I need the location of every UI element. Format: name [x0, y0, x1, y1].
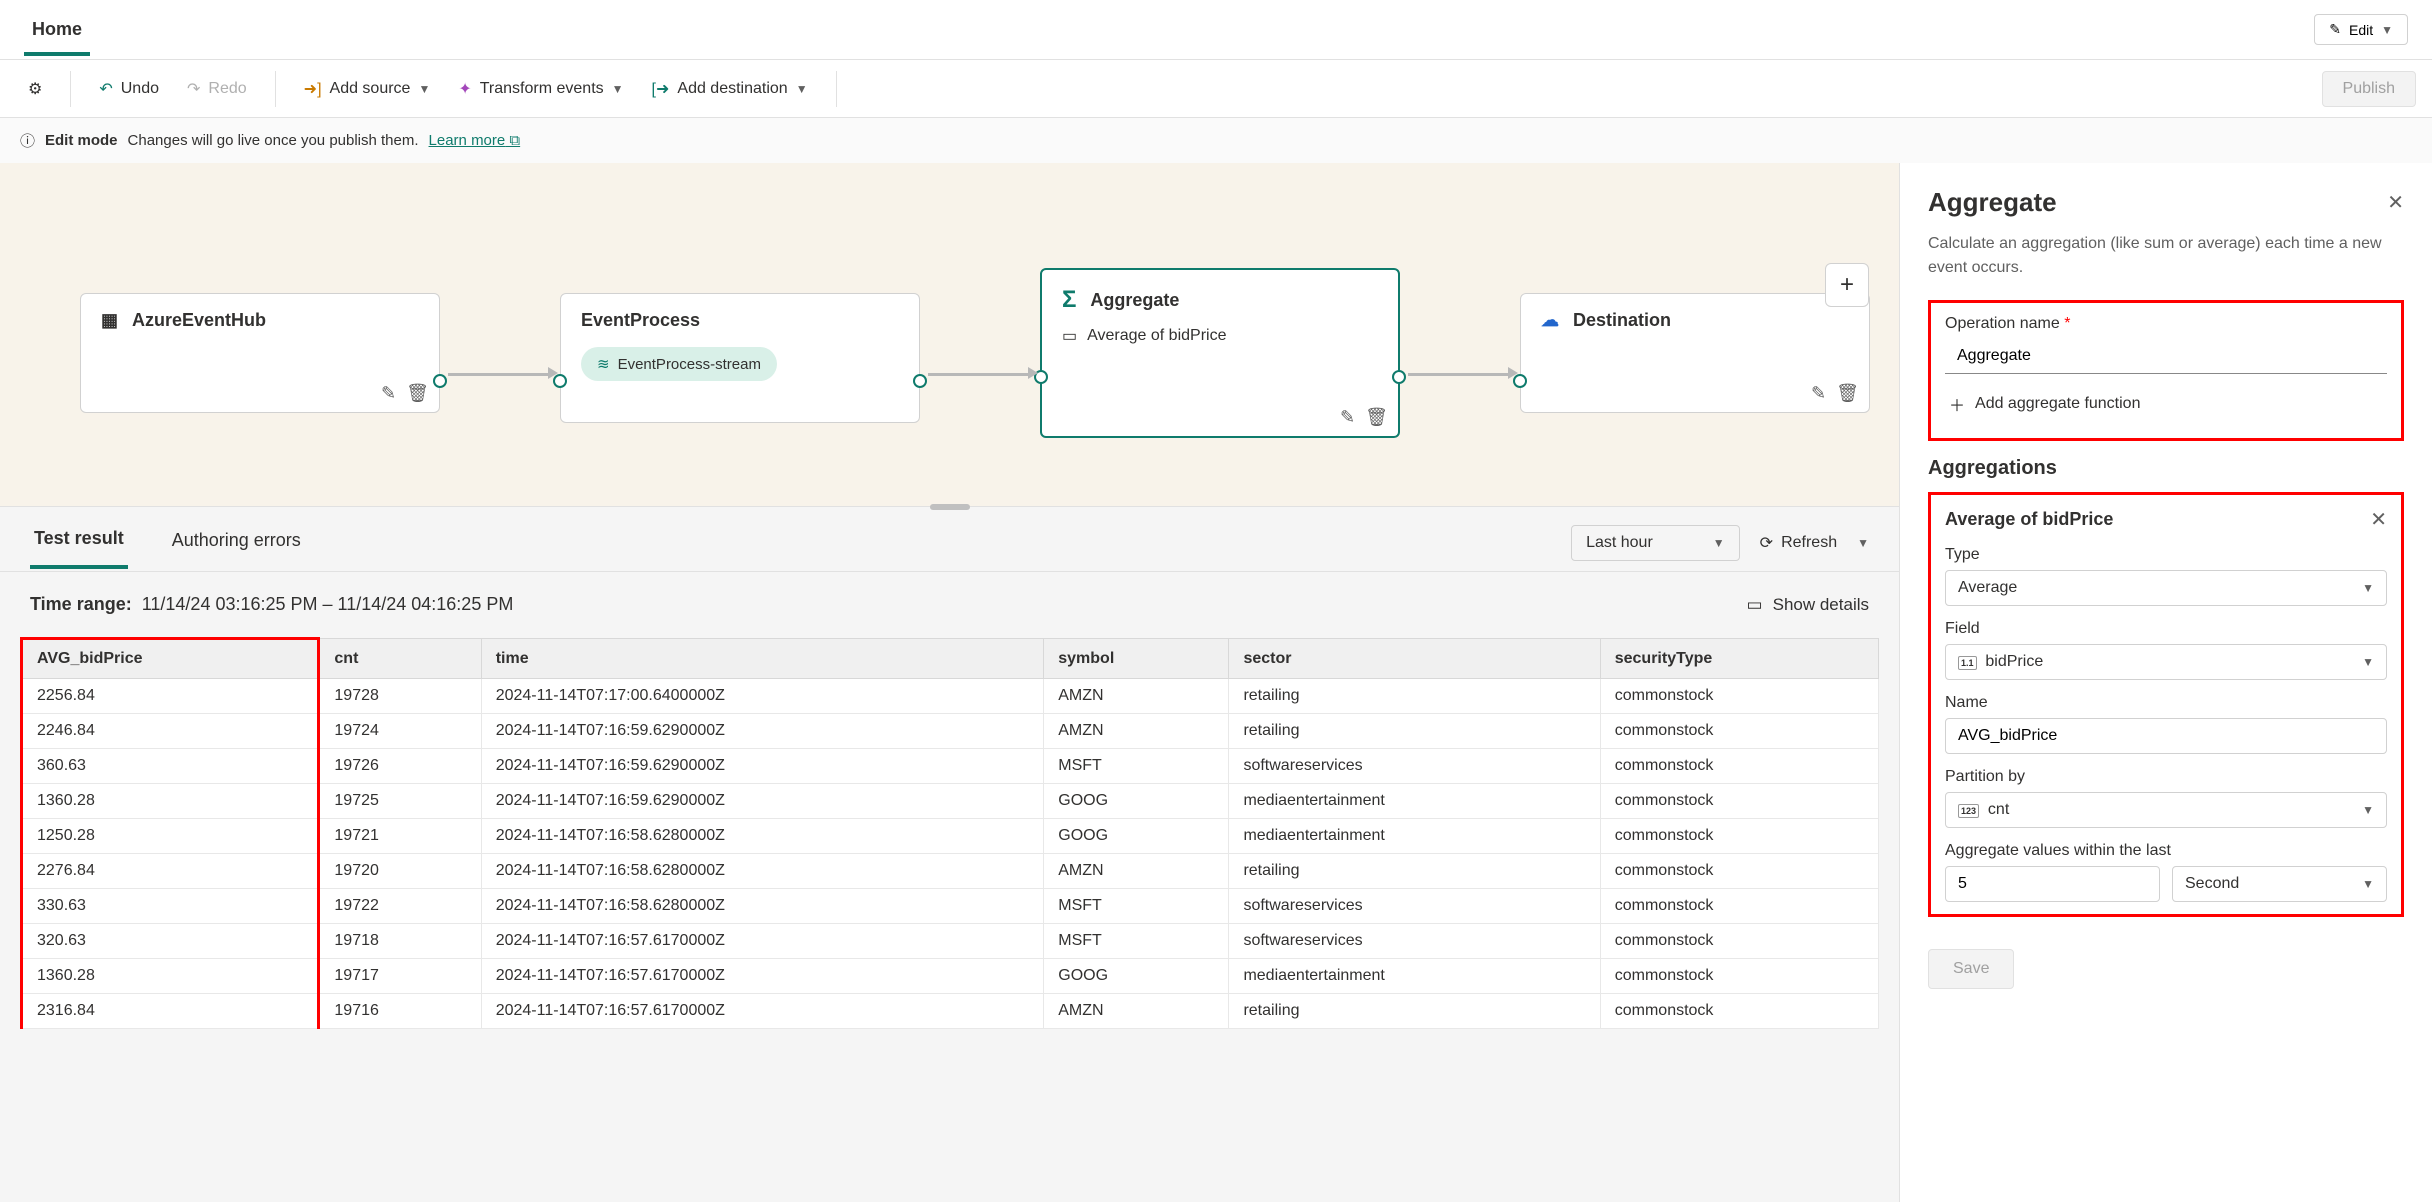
partition-select[interactable]: 123 cnt▼	[1945, 792, 2387, 828]
tab-home[interactable]: Home	[24, 3, 90, 56]
learn-more-link[interactable]: Learn more ⧉	[429, 132, 521, 149]
table-row[interactable]: 360.63197262024-11-14T07:16:59.6290000ZM…	[22, 749, 1879, 784]
time-select[interactable]: Last hour▼	[1571, 525, 1740, 561]
undo-icon: ↶	[99, 79, 112, 99]
stream-icon: ≋	[597, 355, 610, 373]
table-row[interactable]: 1360.28197252024-11-14T07:16:59.6290000Z…	[22, 784, 1879, 819]
node-destination[interactable]: ☁Destination ✎🗑	[1520, 293, 1870, 413]
resize-handle[interactable]	[930, 504, 970, 510]
gear-icon: ⚙	[28, 79, 42, 99]
time-range-value: 11/14/24 03:16:25 PM – 11/14/24 04:16:25…	[142, 594, 514, 614]
edit-button[interactable]: ✎ Edit ▼	[2314, 14, 2408, 45]
refresh-button[interactable]: ⟳Refresh	[1760, 533, 1837, 553]
add-source-button[interactable]: ➜]Add source▼	[292, 71, 443, 107]
details-icon: ▭	[1747, 595, 1763, 615]
chevron-down-icon: ▼	[2362, 877, 2374, 891]
plus-icon: ＋	[1949, 392, 1965, 416]
pencil-icon[interactable]: ✎	[381, 383, 396, 404]
chevron-down-icon: ▼	[1713, 536, 1725, 550]
chevron-down-icon: ▼	[2362, 803, 2374, 817]
table-row[interactable]: 1250.28197212024-11-14T07:16:58.6280000Z…	[22, 819, 1879, 854]
window-value-input[interactable]	[1945, 866, 2160, 902]
sigma-icon: Σ	[1062, 286, 1076, 314]
table-row[interactable]: 2316.84197162024-11-14T07:16:57.6170000Z…	[22, 994, 1879, 1029]
settings-button[interactable]: ⚙	[16, 71, 54, 107]
name-input[interactable]	[1945, 718, 2387, 754]
time-range-label: Time range:	[30, 594, 132, 614]
panel-description: Calculate an aggregation (like sum or av…	[1928, 232, 2404, 280]
results-table: AVG_bidPricecnttimesymbolsectorsecurityT…	[20, 637, 1879, 1029]
output-icon: ▭	[1062, 326, 1077, 346]
remove-aggregation-icon[interactable]: ✕	[2370, 507, 2387, 532]
eventhub-icon: ▦	[101, 310, 118, 331]
field-select[interactable]: 1.1 bidPrice▼	[1945, 644, 2387, 680]
trash-icon[interactable]: 🗑	[406, 383, 429, 404]
table-row[interactable]: 2256.84197282024-11-14T07:17:00.6400000Z…	[22, 679, 1879, 714]
transform-events-button[interactable]: ✦Transform events▼	[446, 71, 635, 107]
chevron-down-icon: ▼	[2381, 23, 2393, 37]
stream-chip[interactable]: ≋EventProcess-stream	[581, 347, 777, 381]
redo-button[interactable]: ↷Redo	[175, 71, 259, 107]
publish-button[interactable]: Publish	[2322, 71, 2416, 107]
flow-canvas[interactable]: ▦AzureEventHub ✎🗑 EventProcess ≋EventPro…	[0, 163, 1899, 507]
aggregations-header: Aggregations	[1928, 457, 2404, 480]
save-button[interactable]: Save	[1928, 949, 2014, 989]
close-icon[interactable]: ✕	[2387, 190, 2404, 215]
col-header[interactable]: sector	[1229, 639, 1600, 679]
info-icon: ⓘ	[20, 130, 35, 151]
chevron-down-icon: ▼	[418, 82, 430, 96]
transform-icon: ✦	[458, 79, 471, 99]
pencil-icon: ✎	[2329, 21, 2341, 38]
window-unit-select[interactable]: Second▼	[2172, 866, 2387, 902]
col-header[interactable]: AVG_bidPrice	[22, 639, 319, 679]
table-row[interactable]: 1360.28197172024-11-14T07:16:57.6170000Z…	[22, 959, 1879, 994]
operation-name-section: Operation name * ＋Add aggregate function	[1928, 300, 2404, 441]
info-bar: ⓘ Edit mode Changes will go live once yo…	[0, 118, 2432, 163]
chevron-down-icon: ▼	[2362, 581, 2374, 595]
show-details-button[interactable]: ▭Show details	[1747, 595, 1869, 615]
col-header[interactable]: time	[481, 639, 1044, 679]
pencil-icon[interactable]: ✎	[1811, 383, 1826, 404]
edit-label: Edit	[2349, 22, 2373, 38]
number-type-icon: 123	[1958, 804, 1979, 818]
add-node-button[interactable]: +	[1825, 263, 1869, 307]
add-aggregate-function-button[interactable]: ＋Add aggregate function	[1945, 382, 2387, 426]
side-panel: Aggregate ✕ Calculate an aggregation (li…	[1900, 163, 2432, 1202]
panel-title: Aggregate	[1928, 187, 2057, 218]
col-header[interactable]: securityType	[1600, 639, 1878, 679]
number-type-icon: 1.1	[1958, 656, 1977, 670]
table-row[interactable]: 320.63197182024-11-14T07:16:57.6170000ZM…	[22, 924, 1879, 959]
chevron-down-icon: ▼	[796, 82, 808, 96]
aggregation-title: Average of bidPrice	[1945, 509, 2113, 530]
col-header[interactable]: cnt	[319, 639, 481, 679]
plus-icon: +	[1840, 271, 1854, 299]
add-destination-button[interactable]: [➜Add destination▼	[640, 71, 820, 107]
pencil-icon[interactable]: ✎	[1340, 407, 1355, 428]
source-icon: ➜]	[304, 79, 322, 99]
chevron-down-icon: ▼	[2362, 655, 2374, 669]
trash-icon[interactable]: 🗑	[1836, 383, 1859, 404]
type-select[interactable]: Average▼	[1945, 570, 2387, 606]
trash-icon[interactable]: 🗑	[1365, 407, 1388, 428]
destination-icon: [➜	[652, 79, 670, 99]
refresh-icon: ⟳	[1760, 533, 1773, 553]
table-row[interactable]: 2246.84197242024-11-14T07:16:59.6290000Z…	[22, 714, 1879, 749]
col-header[interactable]: symbol	[1044, 639, 1229, 679]
table-row[interactable]: 330.63197222024-11-14T07:16:58.6280000ZM…	[22, 889, 1879, 924]
tab-test-result[interactable]: Test result	[30, 528, 128, 569]
node-source[interactable]: ▦AzureEventHub ✎🗑	[80, 293, 440, 413]
table-row[interactable]: 2276.84197202024-11-14T07:16:58.6280000Z…	[22, 854, 1879, 889]
tab-authoring-errors[interactable]: Authoring errors	[168, 530, 305, 567]
chevron-down-icon[interactable]: ▼	[1857, 536, 1869, 550]
chevron-down-icon: ▼	[612, 82, 624, 96]
node-aggregate[interactable]: ΣAggregate ▭Average of bidPrice ✎🗑	[1040, 268, 1400, 438]
cloud-icon: ☁	[1541, 310, 1559, 331]
aggregation-config: Average of bidPrice ✕ Type Average▼ Fiel…	[1928, 492, 2404, 917]
redo-icon: ↷	[187, 79, 200, 99]
node-process[interactable]: EventProcess ≋EventProcess-stream	[560, 293, 920, 423]
operation-name-input[interactable]	[1945, 339, 2387, 374]
undo-button[interactable]: ↶Undo	[87, 71, 171, 107]
